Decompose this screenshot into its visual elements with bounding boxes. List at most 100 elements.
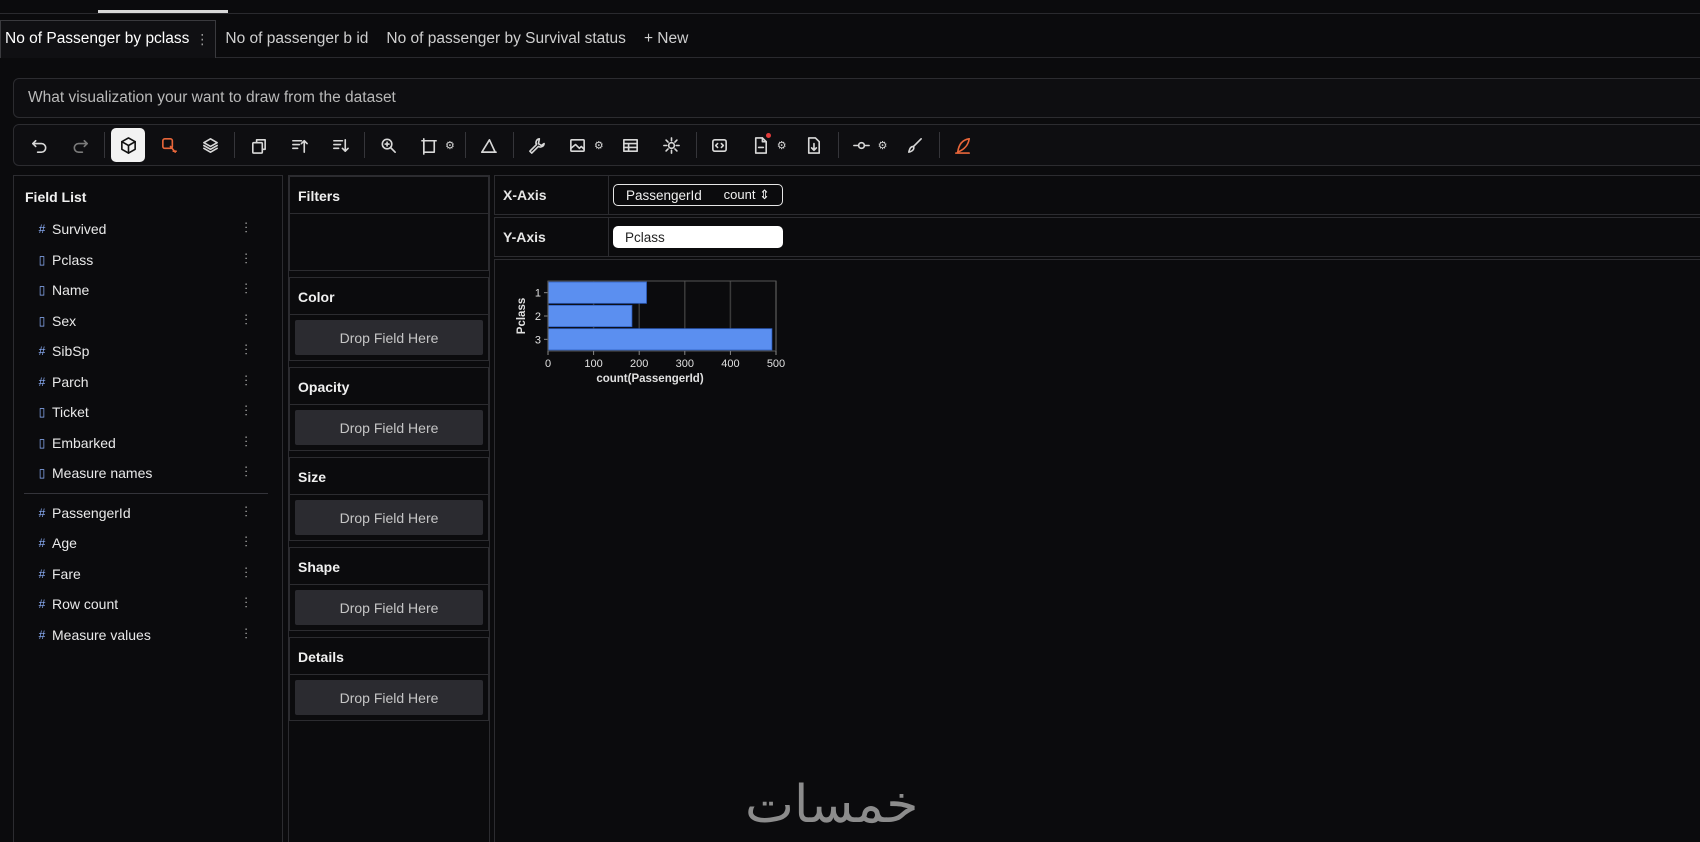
zoom-icon[interactable] bbox=[371, 128, 405, 162]
bar-mark[interactable] bbox=[547, 304, 633, 328]
color-drop-zone[interactable]: Drop Field Here bbox=[295, 320, 483, 355]
bar-mark[interactable] bbox=[547, 328, 773, 351]
prompt-input[interactable] bbox=[14, 79, 1700, 117]
field-menu-icon[interactable]: ⋯ bbox=[239, 627, 254, 639]
feather-icon[interactable] bbox=[946, 128, 980, 162]
resize-settings-icon[interactable]: ⚙ bbox=[445, 139, 455, 152]
field-measure-values[interactable]: # Measure values ⋯ bbox=[14, 620, 282, 651]
field-menu-icon[interactable]: ⋯ bbox=[239, 566, 254, 578]
paintbrush-icon[interactable] bbox=[898, 128, 932, 162]
field-measure-names[interactable]: ▯ Measure names ⋯ bbox=[14, 458, 282, 489]
image-settings-icon[interactable]: ⚙ bbox=[594, 139, 604, 152]
export-file-icon[interactable] bbox=[744, 128, 778, 162]
lasso-icon[interactable] bbox=[152, 128, 186, 162]
bar-chart[interactable]: 1 2 30 100 200 300 400 500 count(PassengerId) Pcl… bbox=[515, 278, 785, 398]
field-menu-icon[interactable]: ⋯ bbox=[239, 535, 254, 547]
sort-descending-icon[interactable] bbox=[323, 128, 357, 162]
resize-icon[interactable] bbox=[412, 128, 446, 162]
y-axis-field-pill[interactable]: Pclass bbox=[613, 226, 783, 248]
drop-zone-wrapper: Drop Field Here bbox=[290, 585, 488, 630]
field-list-title: Field List bbox=[25, 189, 87, 205]
field-menu-icon[interactable]: ⋯ bbox=[239, 313, 254, 325]
y-axis-shelf: Y-Axis Pclass bbox=[494, 217, 1700, 257]
top-active-indicator bbox=[98, 10, 228, 13]
field-ticket[interactable]: ▯ Ticket ⋯ bbox=[14, 397, 282, 428]
field-menu-icon[interactable]: ⋯ bbox=[239, 221, 254, 233]
field-embarked[interactable]: ▯ Embarked ⋯ bbox=[14, 428, 282, 459]
drop-zone-wrapper: Drop Field Here bbox=[290, 495, 488, 540]
field-label: Age bbox=[52, 535, 77, 552]
axes-icon[interactable] bbox=[472, 128, 506, 162]
field-name[interactable]: ▯ Name ⋯ bbox=[14, 275, 282, 306]
tab-pclass[interactable]: No of Passenger by pclass ⋮ bbox=[0, 19, 217, 58]
dimension-fields: # Survived ⋯ ▯ Pclass ⋯ ▯ Name ⋯ ▯ Sex ⋯ # SibSp ⋯ # Par… bbox=[14, 214, 282, 489]
field-row-count[interactable]: # Row count ⋯ bbox=[14, 589, 282, 620]
redo-icon[interactable] bbox=[63, 128, 97, 162]
brush-link-settings-icon[interactable]: ⚙ bbox=[878, 139, 888, 152]
field-age[interactable]: # Age ⋯ bbox=[14, 528, 282, 559]
field-menu-icon[interactable]: ⋯ bbox=[239, 505, 254, 517]
field-label: Name bbox=[52, 282, 90, 299]
field-passengerid[interactable]: # PassengerId ⋯ bbox=[14, 498, 282, 529]
field-menu-icon[interactable]: ⋯ bbox=[239, 252, 254, 264]
toolbar-divider bbox=[464, 132, 466, 158]
settings-icon[interactable] bbox=[655, 128, 689, 162]
toolbar-divider bbox=[512, 132, 514, 158]
bar-mark[interactable] bbox=[547, 281, 647, 304]
transpose-icon[interactable] bbox=[241, 128, 275, 162]
export-settings-icon[interactable]: ⚙ bbox=[777, 139, 787, 152]
cube-icon[interactable] bbox=[111, 128, 145, 162]
field-menu-icon[interactable]: ⋯ bbox=[239, 596, 254, 608]
sort-ascending-icon[interactable] bbox=[282, 128, 316, 162]
quantitative-icon: # bbox=[38, 505, 46, 520]
field-menu-icon[interactable]: ⋯ bbox=[239, 282, 254, 294]
field-menu-icon[interactable]: ⋯ bbox=[239, 343, 254, 355]
field-survived[interactable]: # Survived ⋯ bbox=[14, 214, 282, 245]
wrench-icon[interactable] bbox=[520, 128, 554, 162]
field-menu-icon[interactable]: ⋯ bbox=[239, 465, 254, 477]
drop-zone-wrapper: Drop Field Here bbox=[290, 675, 488, 720]
x-tick-label: 400 bbox=[721, 358, 739, 370]
field-sibsp[interactable]: # SibSp ⋯ bbox=[14, 336, 282, 367]
undo-icon[interactable] bbox=[22, 128, 56, 162]
image-icon[interactable] bbox=[561, 128, 595, 162]
y-axis-title: Pclass bbox=[516, 298, 528, 334]
details-drop-zone[interactable]: Drop Field Here bbox=[295, 680, 483, 715]
x-axis-field-pill[interactable]: PassengerId count ⇕ bbox=[613, 184, 783, 206]
tab-label: No of Passenger by pclass bbox=[5, 30, 190, 47]
field-sex[interactable]: ▯ Sex ⋯ bbox=[14, 306, 282, 337]
field-label: Ticket bbox=[52, 404, 89, 421]
opacity-drop-zone[interactable]: Drop Field Here bbox=[295, 410, 483, 445]
size-drop-zone[interactable]: Drop Field Here bbox=[295, 500, 483, 535]
tab-label: No of passenger by Survival status bbox=[386, 29, 626, 47]
embed-icon[interactable] bbox=[703, 128, 737, 162]
field-menu-icon[interactable]: ⋯ bbox=[239, 374, 254, 386]
tab-menu-icon[interactable]: ⋮ bbox=[195, 31, 209, 48]
field-fare[interactable]: # Fare ⋯ bbox=[14, 559, 282, 590]
shape-drop-zone[interactable]: Drop Field Here bbox=[295, 590, 483, 625]
download-icon[interactable] bbox=[797, 128, 831, 162]
table-icon[interactable] bbox=[614, 128, 648, 162]
x-axis-label: X-Axis bbox=[495, 176, 609, 214]
field-list-panel: Field List # Survived ⋯ ▯ Pclass ⋯ ▯ Name ⋯ ▯ Sex ⋯… bbox=[13, 175, 283, 842]
brush-link-icon[interactable] bbox=[845, 128, 879, 162]
filters-label: Filters bbox=[290, 177, 488, 214]
field-pclass[interactable]: ▯ Pclass ⋯ bbox=[14, 245, 282, 276]
tab-passenger-id[interactable]: No of passenger b id bbox=[216, 20, 377, 58]
details-section: Details Drop Field Here bbox=[289, 637, 489, 721]
new-tab-button[interactable]: + New bbox=[635, 20, 697, 58]
field-parch[interactable]: # Parch ⋯ bbox=[14, 367, 282, 398]
filters-drop-zone[interactable] bbox=[290, 214, 488, 270]
quantitative-icon: # bbox=[38, 627, 46, 642]
color-label: Color bbox=[290, 278, 488, 315]
field-menu-icon[interactable]: ⋯ bbox=[239, 404, 254, 416]
y-axis-label: Y-Axis bbox=[495, 218, 609, 256]
field-label: Parch bbox=[52, 373, 89, 390]
toolbar-divider bbox=[695, 132, 697, 158]
field-menu-icon[interactable]: ⋯ bbox=[239, 435, 254, 447]
quantitative-icon: # bbox=[38, 597, 46, 612]
x-aggregation-select[interactable]: count ⇕ bbox=[724, 187, 770, 203]
measure-fields: # PassengerId ⋯ # Age ⋯ # Fare ⋯ # Row count ⋯ # Meas… bbox=[14, 498, 282, 651]
tab-survival-status[interactable]: No of passenger by Survival status bbox=[377, 20, 635, 58]
layers-icon[interactable] bbox=[193, 128, 227, 162]
